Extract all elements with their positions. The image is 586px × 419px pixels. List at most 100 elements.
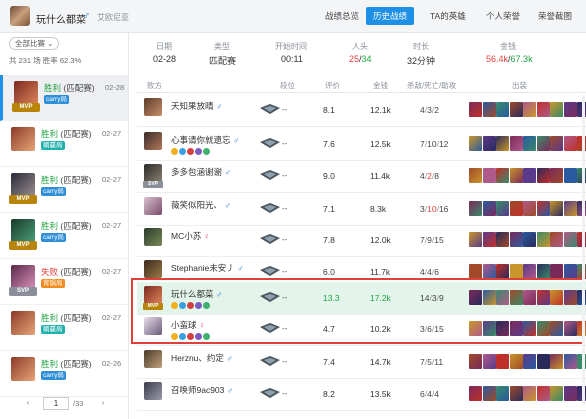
rank-text: -- <box>282 293 288 302</box>
col-team: 败方 <box>147 81 162 90</box>
game-list-item[interactable]: 胜利 (匹配赛) 躺赢局 02-27 <box>0 305 128 351</box>
male-icon: ♂ <box>82 10 91 22</box>
item-icon <box>509 201 523 216</box>
gold: 13.5k <box>370 389 391 399</box>
champion-avatar <box>14 81 38 105</box>
player-row[interactable]: Herznu、约定 ♂ -- 7.4 14.7k 7/5/11 <box>137 346 586 379</box>
item-icon <box>550 136 563 151</box>
male-icon: ♂ <box>215 101 223 111</box>
rank-emblem-icon <box>260 138 280 148</box>
mvp-badge: MVP <box>9 195 37 204</box>
gold: 12.5k <box>370 139 391 149</box>
item-icon <box>536 136 550 151</box>
item-icon <box>509 102 523 117</box>
game-list-item[interactable]: MVP 胜利 (匹配赛) carry局 02-28 <box>0 75 128 121</box>
player-row[interactable]: 召唤师9ac903 ♂ -- 8.2 13.5k 6/4/4 <box>137 378 586 411</box>
tab-honors[interactable]: 个人荣誉 <box>486 10 520 22</box>
item-icon <box>563 168 577 183</box>
tab-history[interactable]: 历史战绩 <box>366 7 415 25</box>
player-name[interactable]: Stephanie未安丿 ♂ <box>171 262 244 274</box>
match-filter-dropdown[interactable]: 全部比赛 ⌄ <box>9 37 60 50</box>
player-row[interactable]: 小蛮球 ♀ -- 4.7 10.2k 3/6/15 <box>137 313 586 346</box>
champion-avatar <box>144 98 162 116</box>
item-icon <box>496 136 509 151</box>
player-name[interactable]: Herznu、约定 ♂ <box>171 352 233 364</box>
player-name[interactable]: 召唤师9ac903 ♂ <box>171 384 233 396</box>
champion-avatar <box>11 311 35 335</box>
col-kda: 杀敌/死亡/助攻 <box>407 81 457 90</box>
overall-stats: 共 231 场 胜率 62.3% <box>9 55 81 66</box>
item-icon <box>523 136 536 151</box>
champion-avatar <box>11 265 35 289</box>
game-list-item[interactable]: SVP 失败 (匹配赛) 背锅局 02-27 <box>0 259 128 305</box>
winrate-label: 胜率 <box>42 56 58 65</box>
player-name[interactable]: 多多包涵谢谢 ♂ <box>171 166 231 178</box>
tab-overview[interactable]: 战绩总览 <box>325 10 359 22</box>
game-list-item[interactable]: 胜利 (匹配赛) carry局 02-26 <box>0 351 128 397</box>
item-icon <box>536 201 550 216</box>
player-name[interactable]: 天知果放晴 ♂ <box>171 100 222 112</box>
scrollbar[interactable] <box>582 95 585 405</box>
game-tag: carry局 <box>41 233 66 242</box>
col-score: 评价 <box>325 81 340 90</box>
rank-text: -- <box>282 204 288 213</box>
item-icon <box>563 136 577 151</box>
rank-emblem-icon <box>260 266 280 276</box>
game-tag: 躺赢局 <box>41 141 65 150</box>
item-icon <box>523 386 536 401</box>
player-name[interactable]: 心事请你就遗忘 ♂ <box>171 134 239 146</box>
item-icon <box>523 321 536 336</box>
col-rank: 段位 <box>280 81 295 90</box>
player-name[interactable]: MC小苏 ♀ <box>171 230 210 242</box>
item-icon <box>536 232 550 247</box>
game-list-item[interactable]: MVP 胜利 (匹配赛) carry局 02-27 <box>0 213 128 259</box>
player-row[interactable]: 薇笑似阳光、 ♂ -- 7.1 8.3k 3/10/16 <box>137 193 586 226</box>
player-row[interactable]: MC小苏 ♀ -- 7.8 12.0k 7/9/15 <box>137 224 586 257</box>
kills-value: 25/34 <box>349 54 372 64</box>
player-name[interactable]: 玩什么都菜 ♂ <box>171 288 222 300</box>
game-list-item[interactable]: 胜利 (匹配赛) 躺赢局 02-27 <box>0 121 128 167</box>
next-page-button[interactable]: › <box>97 397 109 410</box>
item-icon <box>536 386 550 401</box>
kda: 4/3/2 <box>420 105 439 115</box>
score: 7.1 <box>323 204 335 214</box>
tab-heroes[interactable]: TA的英雄 <box>430 10 466 22</box>
player-row[interactable]: 天知果放晴 ♂ -- 8.1 12.1k 4/3/2 <box>137 94 586 127</box>
rank-text: -- <box>282 324 288 333</box>
game-date: 02-27 <box>102 267 122 276</box>
player-row[interactable]: 心事请你就遗忘 ♂ -- 7.6 12.5k 7/10/12 <box>137 128 586 161</box>
champion-avatar <box>144 197 162 215</box>
score: 7.4 <box>323 357 335 367</box>
game-result: 胜利 (匹配赛) <box>41 175 92 185</box>
tab-screenshots[interactable]: 荣誉截图 <box>538 10 572 22</box>
item-icon <box>469 386 482 401</box>
date-value: 02-28 <box>153 54 177 64</box>
rank-emblem-icon <box>260 356 280 366</box>
mvp-badge: MVP <box>9 241 37 250</box>
server-area: 艾欧尼亚 <box>97 13 129 22</box>
game-tag: carry局 <box>41 187 66 196</box>
champion-avatar <box>11 173 35 197</box>
game-date: 02-28 <box>105 83 125 92</box>
kda: 7/5/11 <box>420 357 444 367</box>
gold: 12.1k <box>370 105 391 115</box>
game-result: 胜利 (匹配赛) <box>41 129 92 139</box>
male-icon: ♂ <box>215 289 223 299</box>
kda: 4/4/6 <box>420 267 439 277</box>
item-icon <box>550 264 563 279</box>
player-row[interactable]: SVP 多多包涵谢谢 ♂ -- 9.0 11.4k 4/2/8 <box>137 160 586 193</box>
game-summary: 日期 02-28 类型 匹配赛 开始时间 00:11 人头 25/34 时长 3… <box>130 33 586 71</box>
champion-avatar <box>144 350 162 368</box>
player-name[interactable]: 小蛮球 ♀ <box>171 319 205 331</box>
page-input[interactable]: 1 <box>43 397 69 410</box>
score: 4.7 <box>323 324 335 334</box>
item-icon <box>496 354 509 369</box>
game-list-item[interactable]: MVP 胜利 (匹配赛) carry局 02-27 <box>0 167 128 213</box>
mvp-badge: MVP <box>12 103 40 112</box>
prev-page-button[interactable]: ‹ <box>22 397 34 410</box>
item-icon <box>496 321 509 336</box>
player-name[interactable]: 薇笑似阳光、 ♂ <box>171 199 231 211</box>
player-row[interactable]: MVP 玩什么都菜 ♂ -- 13.3 17.2k 14/3/9 <box>137 282 586 315</box>
rank-emblem-icon <box>260 104 280 114</box>
gold: 11.4k <box>370 171 391 181</box>
